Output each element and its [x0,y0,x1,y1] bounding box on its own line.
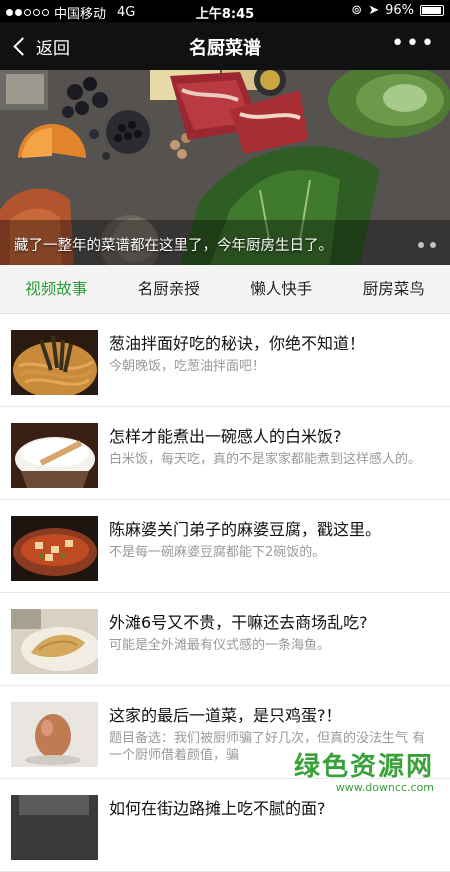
watermark: 绿色资源网 www.downcc.com [294,746,434,794]
tab-kitchen-beginner[interactable]: 厨房菜鸟 [338,265,450,313]
thumbnail-scallion-noodles [11,330,98,395]
more-dots-icon[interactable]: ••• [391,34,436,54]
list-item[interactable]: 外滩6号又不贵，干嘛还去商场乱吃? 可能是全外滩最有仪式感的一条海鱼。 [0,593,450,686]
list-item[interactable]: 怎样才能煮出一碗感人的白米饭? 白米饭，每天吃，真的不是家家都能煮到这样感人的。 [0,407,450,500]
watermark-text: 绿色资源网 [294,746,434,783]
rotation-lock-icon: ⊚ [351,3,362,18]
banner-pager [418,242,436,248]
article-title: 葱油拌面好吃的秘诀，你绝不知道！ [109,330,438,354]
battery-percent: 96% [385,3,414,18]
article-title: 陈麻婆关门弟子的麻婆豆腐，戳这里。 [109,516,438,540]
page-title: 名厨菜谱 [0,34,450,60]
banner-caption: 藏了一整年的菜谱都在这里了，今年厨房生日了。 [14,234,333,255]
pager-dot [430,242,436,248]
hero-banner[interactable]: 藏了一整年的菜谱都在这里了，今年厨房生日了。 [0,70,450,265]
category-tabs: 视频故事 名厨亲授 懒人快手 厨房菜鸟 [0,265,450,314]
article-title: 如何在街边路摊上吃不腻的面? [109,795,438,819]
article-title: 怎样才能煮出一碗感人的白米饭? [109,423,438,447]
thumbnail-street-noodles [11,795,98,860]
list-item[interactable]: 葱油拌面好吃的秘诀，你绝不知道！ 今朝晚饭，吃葱油拌面吧！ [0,314,450,407]
pager-dot [418,242,424,248]
thumbnail-fish-dish [11,609,98,674]
tab-video-stories[interactable]: 视频故事 [0,265,113,313]
battery-icon [420,5,444,16]
thumbnail-white-rice [11,423,98,488]
thumbnail-egg [11,702,98,767]
article-subtitle: 可能是全外滩最有仪式感的一条海鱼。 [109,637,434,654]
tab-chef-lessons[interactable]: 名厨亲授 [113,265,226,313]
location-arrow-icon: ➤ [368,3,379,18]
article-title: 这家的最后一道菜，是只鸡蛋?！ [109,702,438,726]
navigation-bar: 返回 名厨菜谱 ••• [0,22,450,70]
article-subtitle: 白米饭，每天吃，真的不是家家都能煮到这样感人的。 [109,451,434,468]
article-subtitle: 不是每一碗麻婆豆腐都能下2碗饭的。 [109,544,434,561]
list-item[interactable]: 陈麻婆关门弟子的麻婆豆腐，戳这里。 不是每一碗麻婆豆腐都能下2碗饭的。 [0,500,450,593]
status-bar: 中国移动 4G 上午8:45 ⊚ ➤ 96% [0,0,450,22]
article-subtitle: 今朝晚饭，吃葱油拌面吧！ [109,358,434,375]
article-title: 外滩6号又不贵，干嘛还去商场乱吃? [109,609,438,633]
thumbnail-mapo-tofu [11,516,98,581]
tab-quick-recipes[interactable]: 懒人快手 [225,265,338,313]
